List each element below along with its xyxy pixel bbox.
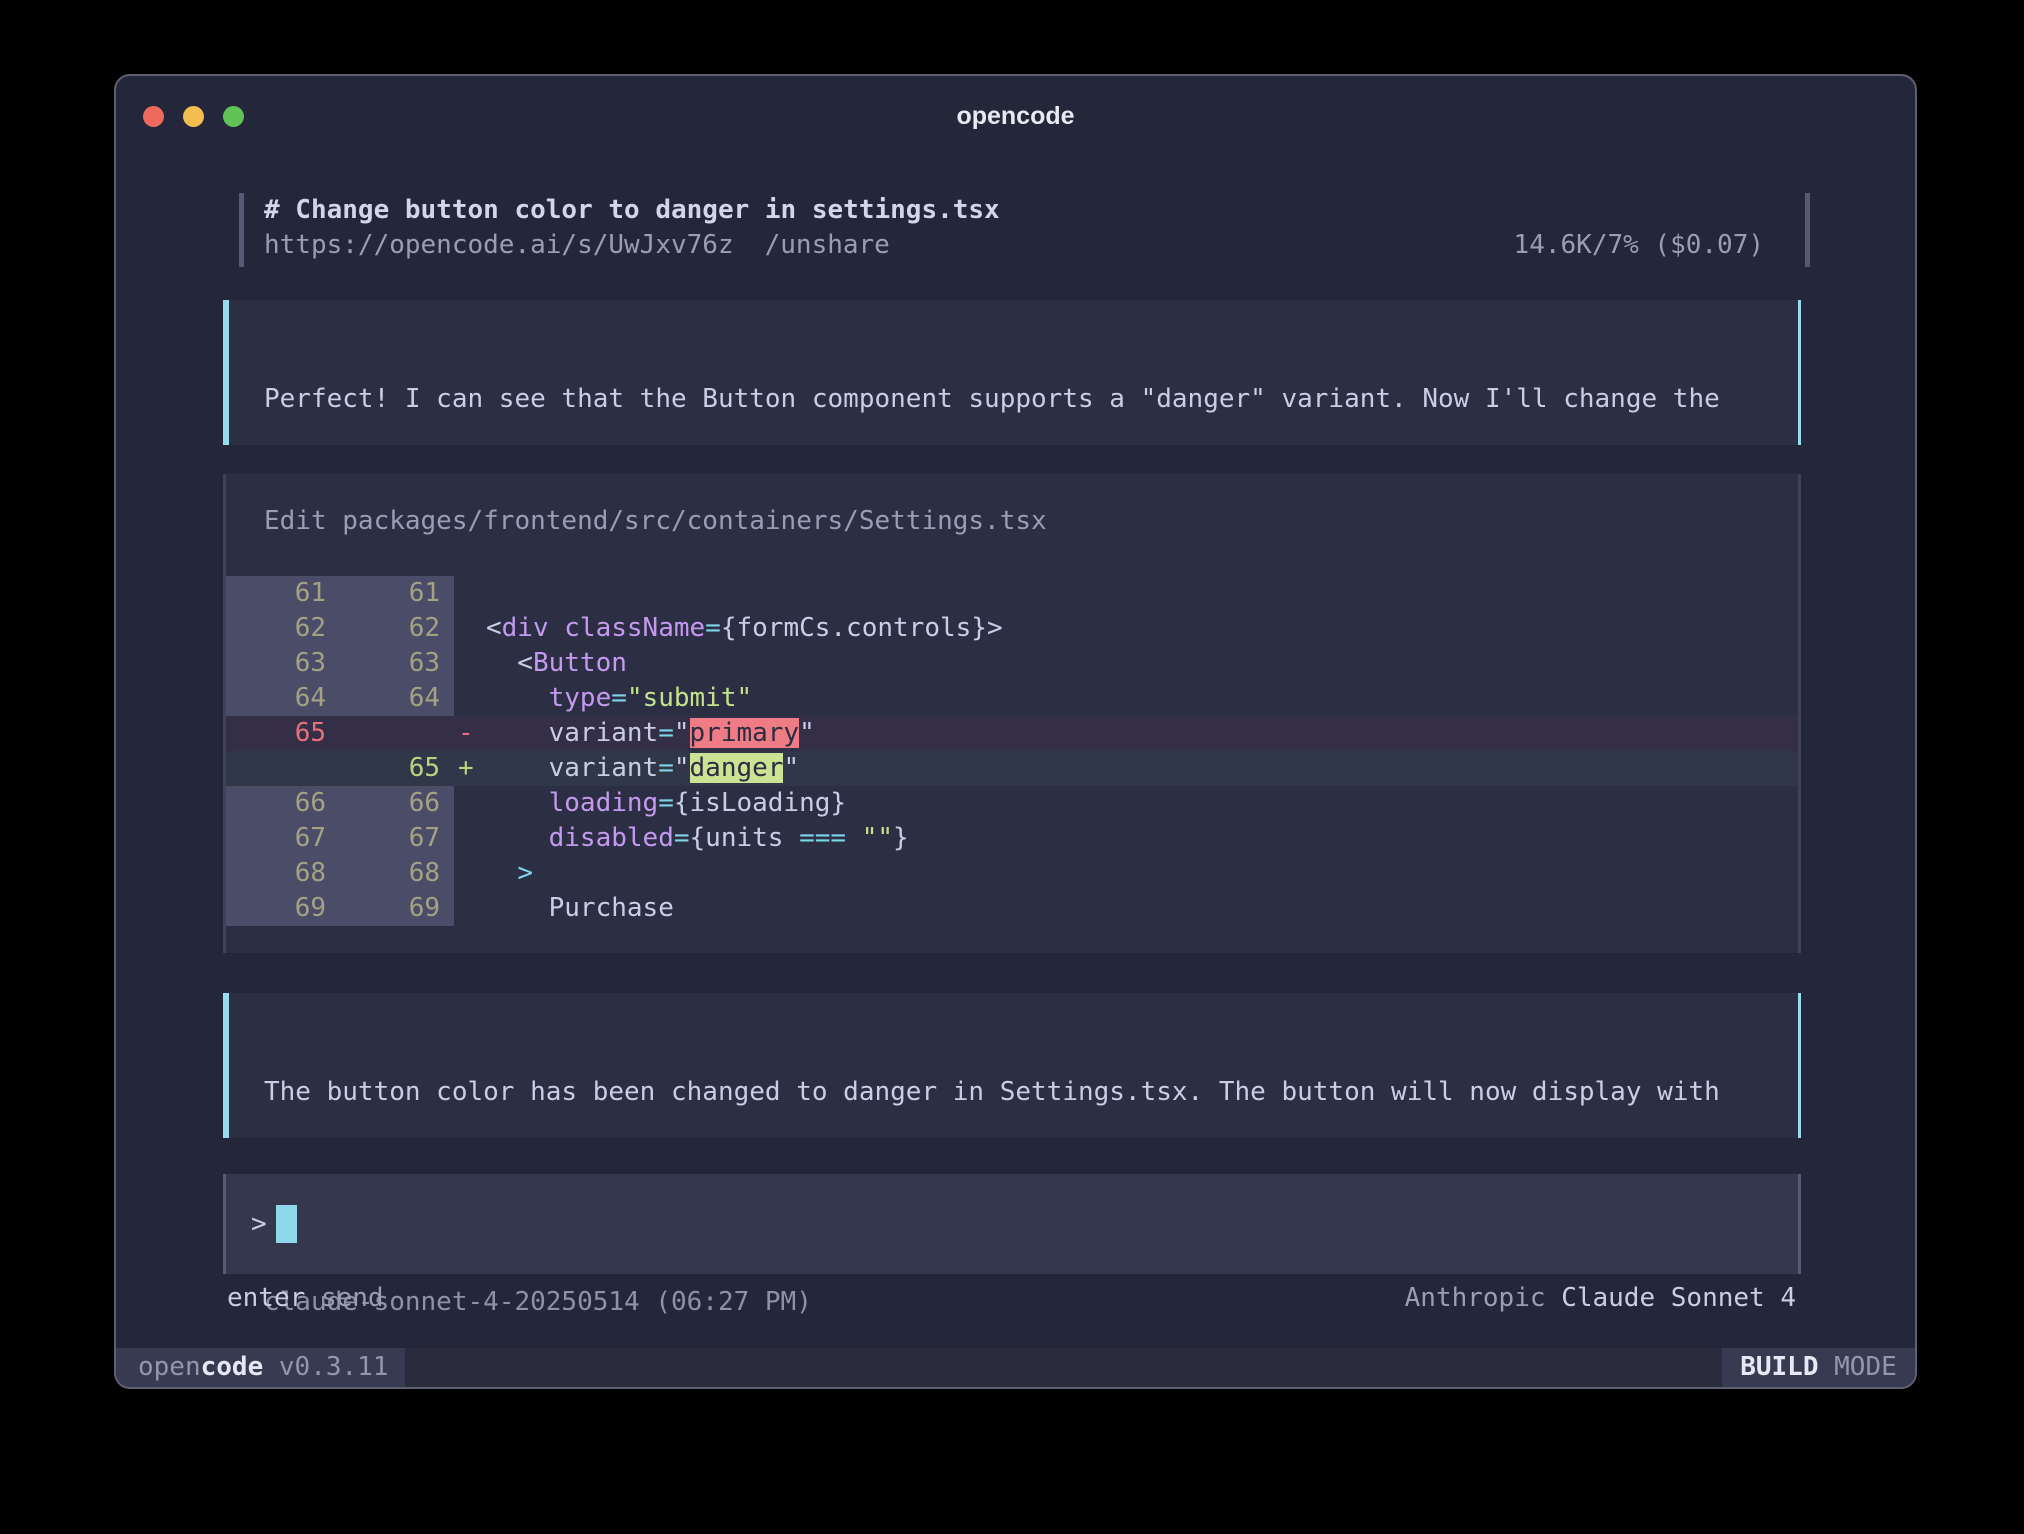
model-name: Claude Sonnet 4 bbox=[1561, 1283, 1796, 1313]
message-line: The button color has been changed to dan… bbox=[264, 1075, 1798, 1110]
enter-key-label: enter bbox=[227, 1283, 305, 1313]
diff-row: 6262<div className={formCs.controls}> bbox=[226, 611, 1798, 646]
hint-row: enter send Anthropic Claude Sonnet 4 bbox=[223, 1281, 1801, 1316]
diff-row: 6464 type="submit" bbox=[226, 681, 1798, 716]
header-right-rule bbox=[1805, 193, 1810, 267]
model-provider: Anthropic bbox=[1405, 1283, 1562, 1313]
prompt-chevron: > bbox=[251, 1207, 267, 1242]
window-title: opencode bbox=[116, 100, 1915, 132]
diff-view: 61616262<div className={formCs.controls}… bbox=[226, 576, 1798, 926]
status-bar: opencode v0.3.11 ~/Desktop/Projects/demo… bbox=[116, 1348, 1915, 1387]
text-cursor bbox=[276, 1205, 297, 1243]
diff-row: 6767 disabled={units === ""} bbox=[226, 821, 1798, 856]
model-indicator: Anthropic Claude Sonnet 4 bbox=[1405, 1281, 1796, 1316]
mode-mode-label: MODE bbox=[1819, 1352, 1897, 1382]
message-line: Perfect! I can see that the Button compo… bbox=[264, 382, 1798, 417]
assistant-message: The button color has been changed to dan… bbox=[223, 993, 1801, 1138]
header-left-rule bbox=[239, 193, 244, 267]
edit-tool-title: Edit packages/frontend/src/containers/Se… bbox=[264, 504, 1047, 539]
titlebar: opencode bbox=[116, 76, 1915, 146]
mode-segment[interactable]: BUILD MODE bbox=[1722, 1348, 1915, 1387]
diff-row: 6868 > bbox=[226, 856, 1798, 891]
opencode-terminal-window: opencode # Change button color to danger… bbox=[114, 74, 1917, 1389]
app-version-segment: opencode v0.3.11 bbox=[116, 1348, 405, 1387]
diff-row: 6161 bbox=[226, 576, 1798, 611]
app-name-open: open bbox=[138, 1352, 201, 1382]
session-title: # Change button color to danger in setti… bbox=[264, 193, 1000, 228]
diff-row: 65- variant="primary" bbox=[226, 716, 1798, 751]
assistant-message: Perfect! I can see that the Button compo… bbox=[223, 300, 1801, 445]
token-usage-cost: 14.6K/7% ($0.07) bbox=[1514, 228, 1764, 263]
diff-row: 6969 Purchase bbox=[226, 891, 1798, 926]
app-version: v0.3.11 bbox=[263, 1352, 388, 1382]
enter-action-label bbox=[305, 1283, 321, 1313]
desktop-background: opencode # Change button color to danger… bbox=[0, 0, 2024, 1534]
session-header: # Change button color to danger in setti… bbox=[116, 193, 1915, 267]
unshare-command[interactable]: /unshare bbox=[765, 230, 890, 260]
prompt-input[interactable]: > bbox=[223, 1174, 1801, 1274]
share-url-link[interactable]: https://opencode.ai/s/UwJxv76z bbox=[264, 230, 734, 260]
diff-row: 65+ variant="danger" bbox=[226, 751, 1798, 786]
diff-row: 6666 loading={isLoading} bbox=[226, 786, 1798, 821]
enter-hint: enter send bbox=[227, 1281, 384, 1316]
edit-tool-card: Edit packages/frontend/src/containers/Se… bbox=[223, 474, 1801, 953]
session-share-row: https://opencode.ai/s/UwJxv76z/unshare bbox=[264, 228, 890, 263]
diff-row: 6363 <Button bbox=[226, 646, 1798, 681]
send-label: send bbox=[321, 1283, 384, 1313]
mode-build-label: BUILD bbox=[1740, 1352, 1818, 1382]
app-name-code: code bbox=[201, 1352, 264, 1382]
